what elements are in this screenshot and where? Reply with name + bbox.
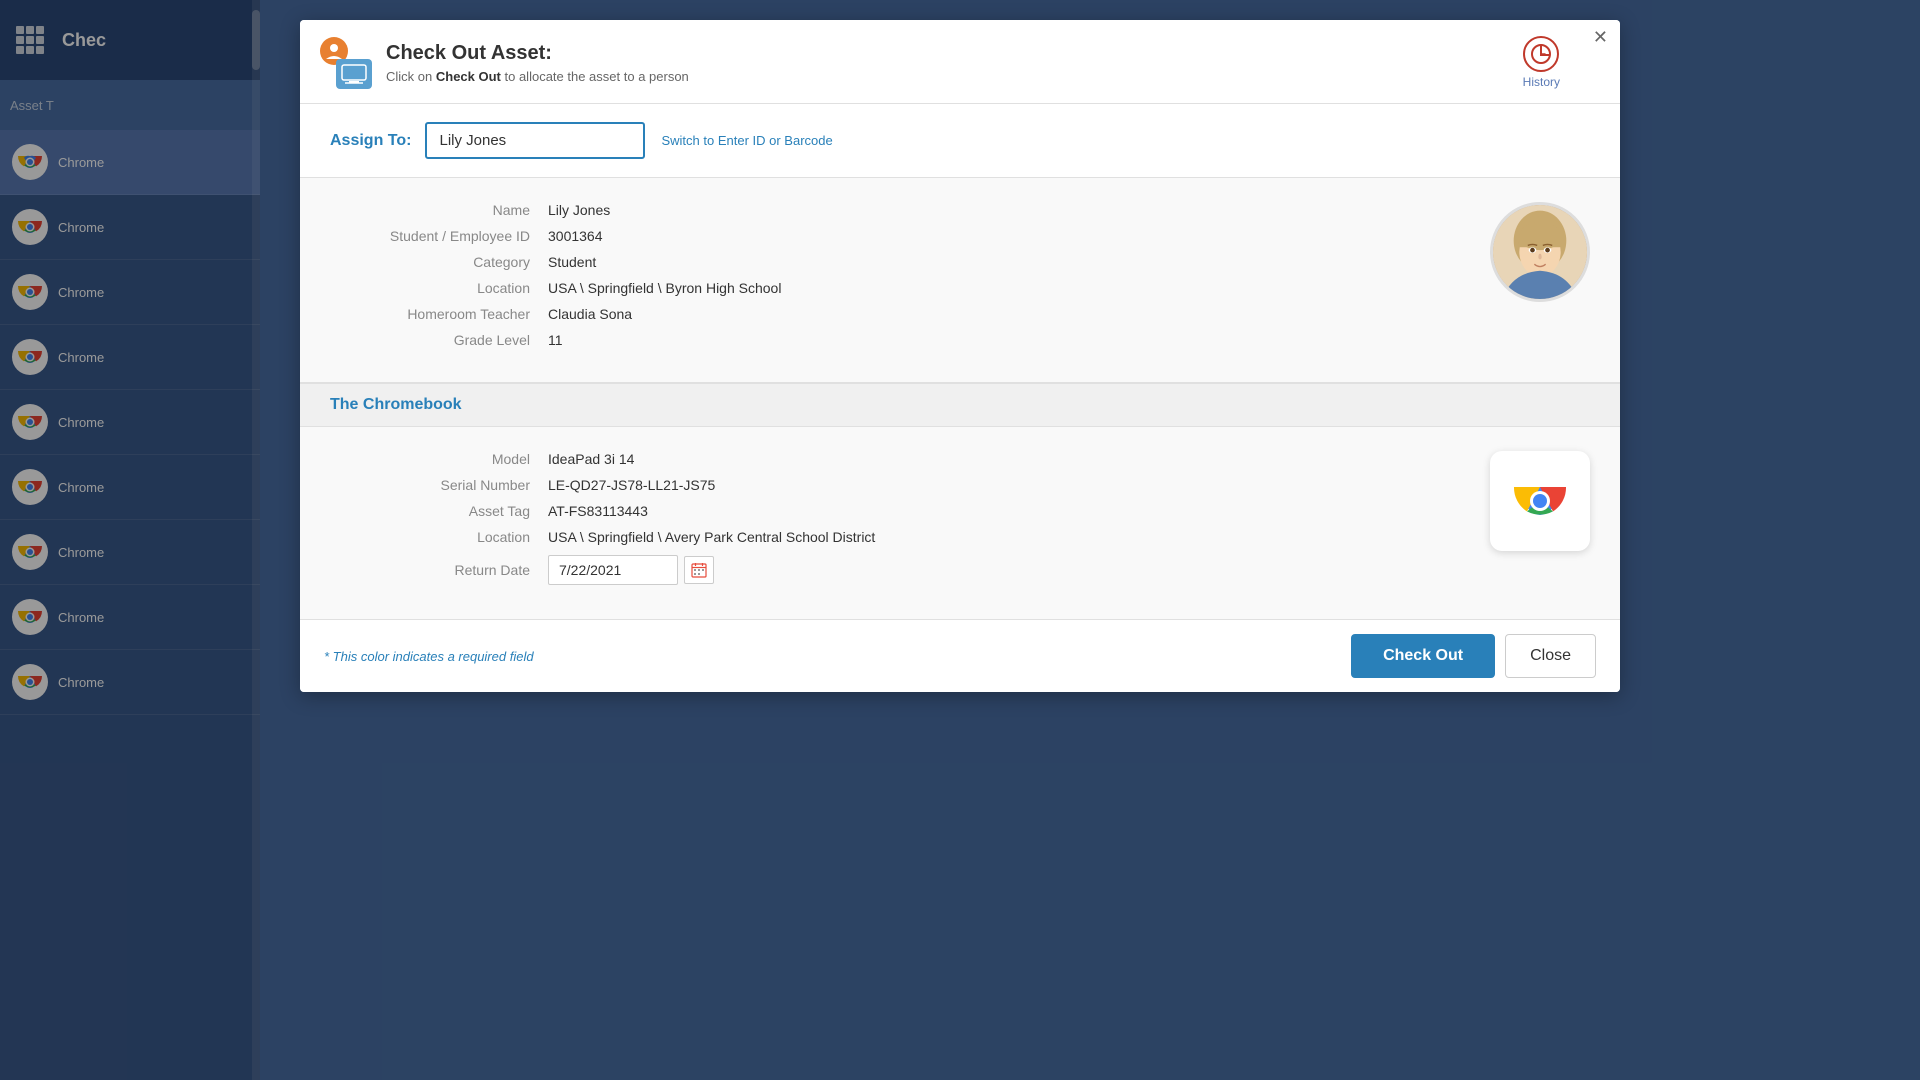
asset-tag-value: AT-FS83113443 bbox=[548, 503, 648, 519]
homeroom-label: Homeroom Teacher bbox=[330, 306, 530, 322]
checkout-action-label: Check Out bbox=[436, 69, 501, 84]
location-label: Location bbox=[330, 280, 530, 296]
asset-tag-label: Asset Tag bbox=[330, 503, 530, 519]
switch-to-id-link[interactable]: Switch to Enter ID or Barcode bbox=[661, 133, 832, 148]
grade-value: 11 bbox=[548, 332, 563, 348]
model-label: Model bbox=[330, 451, 530, 467]
person-location-row: Location USA \ Springfield \ Byron High … bbox=[330, 280, 1490, 296]
model-value: IdeaPad 3i 14 bbox=[548, 451, 634, 467]
person-name-row: Name Lily Jones bbox=[330, 202, 1490, 218]
avatar-container bbox=[1490, 202, 1590, 302]
person-info-card: Name Lily Jones Student / Employee ID 30… bbox=[300, 178, 1620, 383]
modal-title: Check Out Asset: bbox=[386, 42, 689, 65]
asset-tag-row: Asset Tag AT-FS83113443 bbox=[330, 503, 1490, 519]
return-date-input[interactable] bbox=[548, 555, 678, 585]
person-fields: Name Lily Jones Student / Employee ID 30… bbox=[330, 202, 1490, 358]
modal-overlay: Check Out Asset: Click on Check Out to a… bbox=[0, 0, 1920, 1080]
modal-body: Assign To: Switch to Enter ID or Barcode… bbox=[300, 104, 1620, 619]
serial-label: Serial Number bbox=[330, 477, 530, 493]
grade-row: Grade Level 11 bbox=[330, 332, 1490, 348]
device-icon bbox=[336, 59, 372, 89]
chromebook-section-divider: The Chromebook bbox=[300, 383, 1620, 427]
modal-header-left: Check Out Asset: Click on Check Out to a… bbox=[320, 37, 689, 89]
history-button[interactable]: History bbox=[1523, 36, 1560, 89]
return-date-row: Return Date bbox=[330, 555, 1490, 585]
homeroom-value: Claudia Sona bbox=[548, 306, 632, 322]
person-category-row: Category Student bbox=[330, 254, 1490, 270]
history-label: History bbox=[1523, 75, 1560, 89]
assign-to-label: Assign To: bbox=[330, 132, 411, 150]
asset-location-row: Location USA \ Springfield \ Avery Park … bbox=[330, 529, 1490, 545]
category-label: Category bbox=[330, 254, 530, 270]
modal-title-block: Check Out Asset: Click on Check Out to a… bbox=[386, 42, 689, 84]
asset-info-card: Model IdeaPad 3i 14 Serial Number LE-QD2… bbox=[300, 427, 1620, 619]
name-value: Lily Jones bbox=[548, 202, 610, 218]
grade-label: Grade Level bbox=[330, 332, 530, 348]
student-id-label: Student / Employee ID bbox=[330, 228, 530, 244]
checkout-button[interactable]: Check Out bbox=[1351, 634, 1495, 678]
footer-buttons: Check Out Close bbox=[1351, 634, 1596, 678]
modal-close-x-button[interactable]: ✕ bbox=[1593, 28, 1608, 46]
student-id-value: 3001364 bbox=[548, 228, 603, 244]
modal-subtitle: Click on Check Out to allocate the asset… bbox=[386, 69, 689, 84]
assign-to-section: Assign To: Switch to Enter ID or Barcode bbox=[300, 104, 1620, 178]
chromebook-asset-icon bbox=[1490, 451, 1590, 551]
asset-location-value: USA \ Springfield \ Avery Park Central S… bbox=[548, 529, 875, 545]
required-suffix: indicates a required field bbox=[389, 649, 534, 664]
category-value: Student bbox=[548, 254, 596, 270]
asset-fields: Model IdeaPad 3i 14 Serial Number LE-QD2… bbox=[330, 451, 1490, 595]
assign-to-input[interactable] bbox=[425, 122, 645, 159]
asset-location-label: Location bbox=[330, 529, 530, 545]
calendar-button[interactable] bbox=[684, 556, 714, 584]
checkout-modal: Check Out Asset: Click on Check Out to a… bbox=[300, 20, 1620, 692]
return-date-label: Return Date bbox=[330, 562, 530, 578]
close-button[interactable]: Close bbox=[1505, 634, 1596, 678]
modal-header: Check Out Asset: Click on Check Out to a… bbox=[300, 20, 1620, 104]
name-label: Name bbox=[330, 202, 530, 218]
serial-value: LE-QD27-JS78-LL21-JS75 bbox=[548, 477, 715, 493]
checkout-icon bbox=[320, 37, 372, 89]
person-id-row: Student / Employee ID 3001364 bbox=[330, 228, 1490, 244]
modal-footer: * This color indicates a required field … bbox=[300, 619, 1620, 692]
required-asterisk: * bbox=[324, 649, 333, 664]
serial-row: Serial Number LE-QD27-JS78-LL21-JS75 bbox=[330, 477, 1490, 493]
history-clock-icon bbox=[1523, 36, 1559, 72]
required-field-note: * This color indicates a required field bbox=[324, 649, 534, 664]
model-row: Model IdeaPad 3i 14 bbox=[330, 451, 1490, 467]
person-avatar bbox=[1490, 202, 1590, 302]
homeroom-row: Homeroom Teacher Claudia Sona bbox=[330, 306, 1490, 322]
chromebook-section-title: The Chromebook bbox=[330, 396, 462, 413]
asset-icon-container bbox=[1490, 451, 1590, 551]
required-color-text: This color bbox=[333, 649, 389, 664]
location-value: USA \ Springfield \ Byron High School bbox=[548, 280, 781, 296]
